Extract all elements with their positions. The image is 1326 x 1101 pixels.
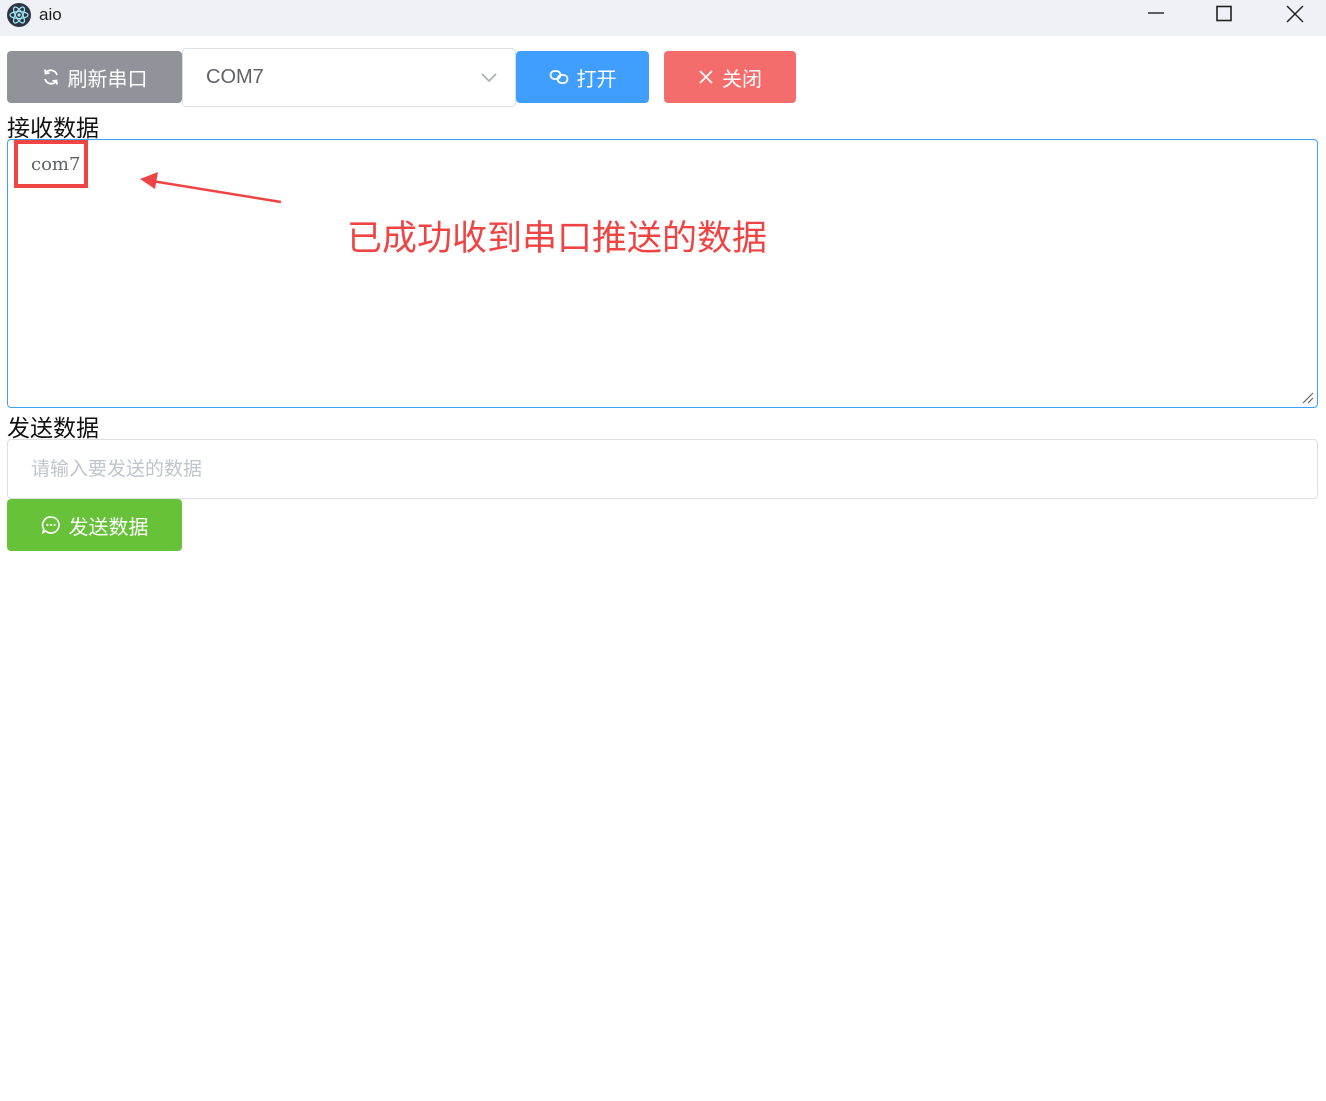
send-data-label: 发送数据 bbox=[68, 514, 149, 539]
chevron-down-icon bbox=[481, 73, 497, 83]
send-data-button[interactable]: 发送数据 bbox=[7, 499, 182, 551]
annotation-arrow-icon bbox=[140, 172, 282, 204]
maximize-button[interactable] bbox=[1189, 0, 1259, 30]
x-icon bbox=[699, 70, 713, 84]
close-window-icon bbox=[1286, 5, 1304, 23]
resize-handle-icon[interactable] bbox=[1302, 392, 1314, 404]
chat-bubble-icon bbox=[41, 516, 60, 535]
close-port-label: 关闭 bbox=[722, 66, 762, 91]
send-label: 发送数据 bbox=[7, 416, 99, 442]
link-icon bbox=[549, 70, 568, 84]
minimize-button[interactable] bbox=[1121, 0, 1191, 30]
close-window-button[interactable] bbox=[1260, 0, 1326, 30]
maximize-icon bbox=[1216, 5, 1232, 22]
close-port-button[interactable]: 关闭 bbox=[664, 51, 796, 103]
open-port-label: 打开 bbox=[576, 66, 617, 91]
send-data-input[interactable] bbox=[7, 439, 1318, 499]
minimize-icon bbox=[1148, 12, 1164, 14]
annotation-text: 已成功收到串口推送的数据 bbox=[347, 219, 768, 259]
open-port-button[interactable]: 打开 bbox=[516, 51, 649, 103]
